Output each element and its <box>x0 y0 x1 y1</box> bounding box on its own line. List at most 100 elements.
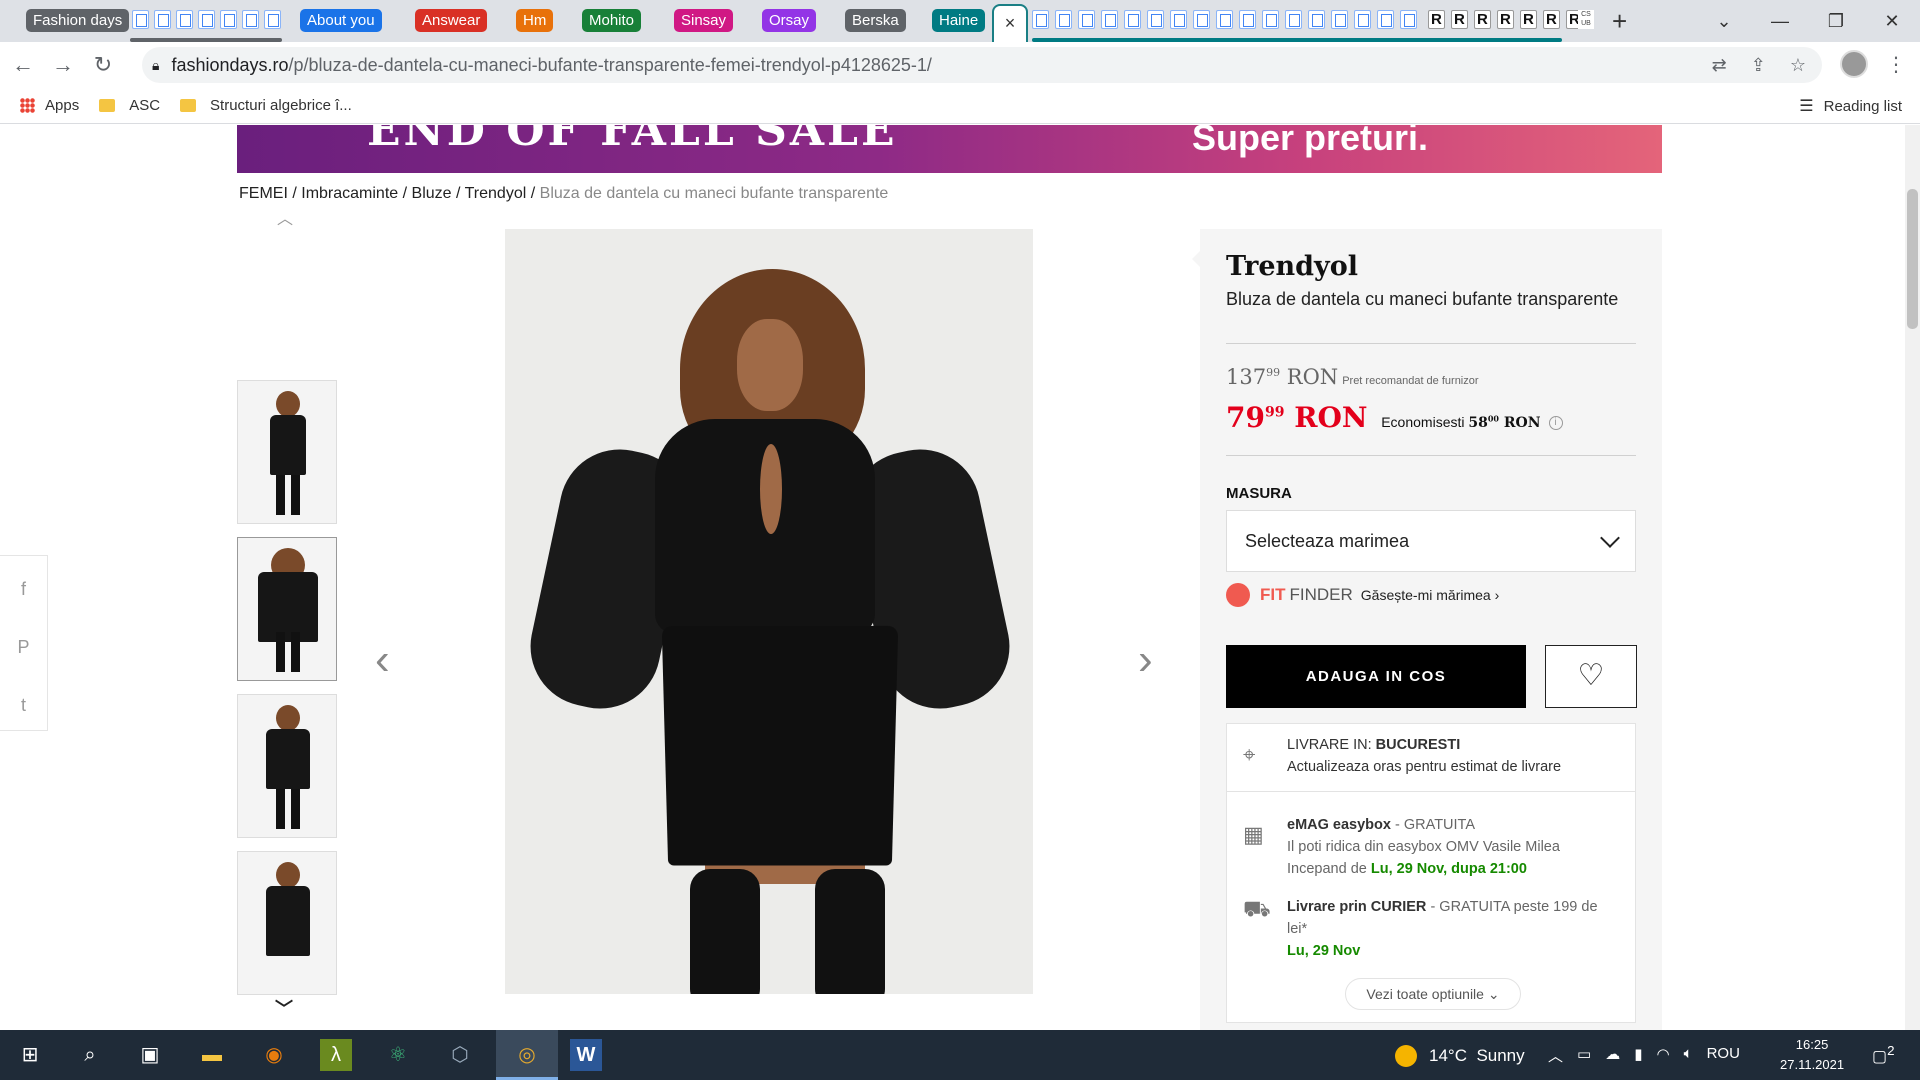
address-bar[interactable]: 🔒︎ fashiondays.ro/p/bluza-de-dantela-cu-… <box>142 47 1822 83</box>
notification-icon[interactable]: ▢2 <box>1872 1043 1895 1066</box>
tab-close-icon[interactable]: × <box>1005 13 1016 33</box>
pinned-tab[interactable] <box>154 10 171 29</box>
bookmark-apps[interactable]: Apps <box>20 97 79 114</box>
blender-icon[interactable]: ◉ <box>258 1039 290 1071</box>
tab-group-sinsay[interactable]: Sinsay <box>674 9 734 32</box>
search-icon[interactable]: ⌕ <box>74 1039 106 1071</box>
tab-group-fashion-days[interactable]: Fashion days <box>26 9 130 32</box>
pinned-tab[interactable] <box>1193 10 1210 29</box>
pinned-tab[interactable] <box>1428 10 1445 29</box>
breadcrumb-link[interactable]: Bluze <box>412 185 452 202</box>
add-to-cart-button[interactable]: ADAUGA IN COS <box>1226 645 1526 708</box>
file-explorer-icon[interactable]: ▬ <box>196 1039 228 1071</box>
pinned-tab[interactable] <box>264 10 281 29</box>
reload-icon[interactable]: ↻ <box>86 52 120 78</box>
weather-widget[interactable]: 14°C Sunny <box>1395 1045 1525 1067</box>
battery-icon[interactable]: ▮ <box>1634 1045 1642 1066</box>
pinned-tab[interactable] <box>1147 10 1164 29</box>
pinned-tab[interactable] <box>1400 10 1417 29</box>
pinned-tab[interactable] <box>1101 10 1118 29</box>
tab-group-about-you[interactable]: About you <box>300 9 382 32</box>
thumbnails-down-icon[interactable]: ﹀ <box>275 995 293 1021</box>
info-icon[interactable]: i <box>1548 416 1563 431</box>
product-main-image[interactable] <box>505 229 1033 994</box>
pinned-tab[interactable] <box>1308 10 1325 29</box>
pinned-tab[interactable] <box>1520 10 1537 29</box>
chrome-icon[interactable]: ◎ <box>496 1030 558 1080</box>
breadcrumb-link[interactable]: FEMEI <box>239 185 288 202</box>
chevron-up-icon[interactable]: ︿ <box>1548 1045 1563 1066</box>
pinned-tab-cs-ub[interactable]: CS UB <box>1578 10 1594 29</box>
tab-group-berska[interactable]: Berska <box>845 9 906 32</box>
pinned-tab[interactable] <box>1377 10 1394 29</box>
forward-icon[interactable]: → <box>46 52 80 78</box>
restore-icon[interactable]: ❐ <box>1808 11 1864 32</box>
pinterest-icon[interactable]: P <box>0 622 47 672</box>
pinned-tab[interactable] <box>1354 10 1371 29</box>
menu-kebab-icon[interactable]: ⋮ <box>1886 52 1906 77</box>
close-window-icon[interactable]: ✕ <box>1864 11 1920 32</box>
see-all-options-button[interactable]: Vezi toate optiunile ⌄ <box>1345 978 1521 1010</box>
tab-group-mohito[interactable]: Mohito <box>582 9 642 32</box>
bookmark-folder-asc[interactable]: ASC <box>99 97 160 114</box>
breadcrumb-link[interactable]: Imbracaminte <box>301 185 398 202</box>
lambda-app-icon[interactable]: λ <box>320 1039 352 1071</box>
tab-group-orsay[interactable]: Orsay <box>762 9 817 32</box>
thumbnail[interactable] <box>237 851 337 995</box>
thumbnail[interactable] <box>237 380 337 524</box>
pinned-tab[interactable] <box>198 10 215 29</box>
thumbnail[interactable] <box>237 537 337 681</box>
pinned-tab[interactable] <box>132 10 149 29</box>
language-indicator[interactable]: ROU <box>1707 1045 1740 1066</box>
sale-banner[interactable]: END OF FALL SALE Super preturi. <box>237 125 1662 173</box>
pinned-tab[interactable] <box>1543 10 1560 29</box>
minimize-icon[interactable]: — <box>1752 11 1808 32</box>
pinned-tab[interactable] <box>1239 10 1256 29</box>
wifi-icon[interactable]: ◠ <box>1656 1045 1669 1066</box>
meet-now-icon[interactable]: ▭ <box>1577 1045 1591 1066</box>
back-icon[interactable]: ← <box>6 52 40 78</box>
pinned-tab[interactable] <box>1032 10 1049 29</box>
reading-list[interactable]: ☰ Reading list <box>1799 96 1902 116</box>
active-tab[interactable]: × <box>992 4 1028 42</box>
pinned-tab[interactable] <box>1055 10 1072 29</box>
translate-icon[interactable]: ⇄ <box>1712 55 1727 76</box>
new-tab-button[interactable]: + <box>1612 6 1627 37</box>
pinned-tab[interactable] <box>220 10 237 29</box>
pinned-tab[interactable] <box>1124 10 1141 29</box>
onedrive-icon[interactable]: ☁ <box>1605 1045 1620 1066</box>
facebook-icon[interactable]: f <box>0 564 47 614</box>
profile-avatar[interactable] <box>1840 50 1868 78</box>
thumbnail[interactable] <box>237 694 337 838</box>
delivery-location[interactable]: LIVRARE IN: BUCURESTI Actualizeaza oras … <box>1287 734 1617 778</box>
word-icon[interactable]: W <box>570 1039 602 1071</box>
pinned-tab[interactable] <box>1216 10 1233 29</box>
bookmark-star-icon[interactable]: ☆ <box>1790 55 1806 76</box>
tab-group-hm[interactable]: Hm <box>516 9 554 32</box>
size-dropdown[interactable]: Selecteaza marimea <box>1226 510 1636 572</box>
volume-icon[interactable]: 🔈︎ <box>1684 1045 1693 1066</box>
tab-group-answear[interactable]: Answear <box>415 9 488 32</box>
tab-search-icon[interactable]: ⌄ <box>1696 11 1752 32</box>
previous-image-icon[interactable]: ‹ <box>375 635 390 685</box>
thumbnails-up-icon[interactable]: ︿ <box>277 205 293 229</box>
pinned-tab[interactable] <box>242 10 259 29</box>
pinned-tab[interactable] <box>1285 10 1302 29</box>
clock[interactable]: 16:25 27.11.2021 <box>1780 1035 1844 1075</box>
pinned-tab[interactable] <box>1497 10 1514 29</box>
task-view-icon[interactable]: ▣ <box>134 1039 166 1071</box>
atom-app-icon[interactable]: ⚛ <box>382 1039 414 1071</box>
twitter-icon[interactable]: t <box>0 680 47 730</box>
tab-group-haine[interactable]: Haine <box>932 9 986 32</box>
page-scrollbar[interactable] <box>1905 125 1920 1030</box>
pinned-tab[interactable] <box>1331 10 1348 29</box>
pinned-tab[interactable] <box>1170 10 1187 29</box>
pinned-tab[interactable] <box>1474 10 1491 29</box>
next-image-icon[interactable]: › <box>1138 635 1153 685</box>
bookmark-folder-structuri[interactable]: Structuri algebrice î... <box>180 97 352 114</box>
share-icon[interactable]: ⇪ <box>1751 55 1766 76</box>
virtualbox-icon[interactable]: ⬡ <box>444 1039 476 1071</box>
pinned-tab[interactable] <box>176 10 193 29</box>
fit-finder-link[interactable]: FIT FINDER Găsește-mi mărimea › <box>1226 583 1499 607</box>
breadcrumb-link[interactable]: Trendyol <box>465 185 527 202</box>
